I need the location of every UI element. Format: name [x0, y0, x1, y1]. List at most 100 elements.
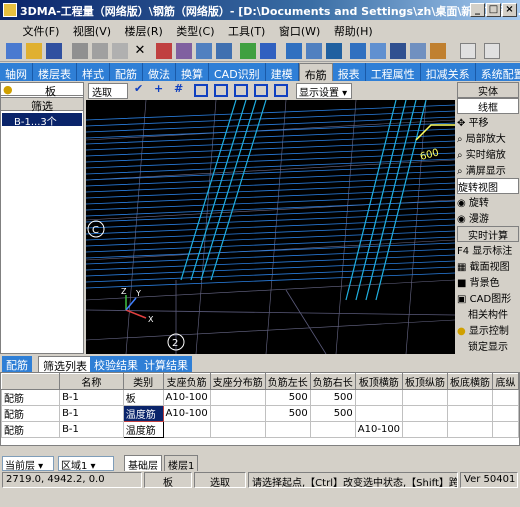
save-icon[interactable] — [46, 43, 62, 59]
setting-icon[interactable] — [430, 43, 446, 59]
col-header-neg-left[interactable]: 负筋左长 — [264, 373, 311, 390]
col-header-neg-right[interactable]: 负筋右长 — [309, 373, 356, 390]
row-bot-h[interactable] — [447, 389, 494, 406]
copy-icon[interactable] — [92, 43, 108, 59]
row-name[interactable]: B-1 — [59, 389, 124, 406]
row-bot-v[interactable] — [492, 405, 519, 422]
solid-button[interactable]: 实体 — [457, 82, 519, 98]
tab-floors[interactable]: 楼层表 — [33, 63, 77, 81]
layer-icon[interactable] — [286, 43, 302, 59]
section-view-button[interactable]: ▦ 截面视图 — [457, 258, 519, 274]
open-icon[interactable] — [26, 43, 42, 59]
rect2-icon[interactable] — [214, 84, 228, 97]
roam-button[interactable]: ◉ 漫游 — [457, 210, 519, 226]
shape-icon[interactable] — [460, 43, 476, 59]
row-top-v[interactable] — [402, 405, 449, 422]
row-neg-right[interactable]: 500 — [309, 389, 356, 406]
row-bot-h[interactable] — [447, 405, 494, 422]
table-row-current[interactable]: 配筋 B-1 温度筋 A10-100 — [0, 421, 519, 438]
drawing-canvas[interactable]: C 2 Z Y X 600 — [86, 100, 455, 354]
tab-report[interactable]: 报表 — [332, 63, 366, 81]
menu-file[interactable]: 文件(F) — [18, 20, 65, 42]
pan-button[interactable]: ✥ 平移 — [457, 114, 519, 130]
check-icon[interactable]: ✔ — [134, 82, 143, 95]
calc-icon[interactable] — [216, 43, 232, 59]
row-top-h[interactable] — [354, 405, 404, 422]
row-name[interactable]: B-1 — [59, 405, 124, 422]
row-bot-h[interactable] — [447, 421, 494, 438]
rect4-icon[interactable] — [254, 84, 268, 97]
fit-screen-button[interactable]: ⌕ 满屏显示 — [457, 162, 519, 178]
tab-rebar-config[interactable]: 配筋 — [2, 356, 32, 372]
menu-tools[interactable]: 工具(T) — [223, 20, 270, 42]
row-support-neg[interactable]: A10-100 — [162, 405, 211, 422]
col-header-name[interactable]: 名称 — [59, 373, 124, 390]
tab-axis[interactable]: 轴网 — [0, 63, 33, 81]
menu-view[interactable]: 视图(V) — [68, 20, 116, 42]
wireframe-button[interactable]: 线框 — [457, 98, 519, 114]
tab-project[interactable]: 工程属性 — [365, 63, 421, 81]
paste-icon[interactable] — [112, 43, 128, 59]
related-components-button[interactable]: 相关构件 — [457, 306, 519, 322]
col-header-support-dist[interactable]: 支座分布筋 — [209, 373, 266, 390]
row-category-editor[interactable]: 温度筋 — [122, 421, 164, 438]
row-neg-left[interactable]: 500 — [264, 389, 311, 406]
region-icon[interactable] — [306, 43, 322, 59]
grid-icon[interactable] — [196, 43, 212, 59]
report-icon[interactable] — [260, 43, 276, 59]
print-icon[interactable] — [326, 43, 342, 59]
rect-icon[interactable] — [194, 84, 208, 97]
row-neg-right[interactable] — [309, 421, 356, 438]
select-button[interactable]: 选取 — [88, 83, 128, 99]
close-button[interactable]: × — [502, 3, 517, 17]
realtime-calc-button[interactable]: 实时计算 — [457, 226, 519, 242]
row-name[interactable]: B-1 — [59, 421, 124, 438]
component-selector[interactable]: ● 板 — [0, 82, 84, 98]
tab-method[interactable]: 做法 — [143, 63, 176, 81]
row-top-h[interactable]: A10-100 — [354, 421, 404, 438]
rect5-icon[interactable] — [274, 84, 288, 97]
lock-display-button[interactable]: 锁定显示 — [457, 338, 519, 354]
tab-system[interactable]: 系统配置 — [475, 63, 520, 81]
tab-place-rebar[interactable]: 布筋 — [298, 63, 333, 82]
row-top-h[interactable] — [354, 389, 404, 406]
menu-floor[interactable]: 楼层(R) — [120, 20, 168, 42]
rotate-button[interactable]: ◉ 旋转 — [457, 194, 519, 210]
menu-help[interactable]: 帮助(H) — [329, 20, 378, 42]
col-header-bot-v[interactable]: 底纵 — [492, 373, 519, 390]
display-control-button[interactable]: ● 显示控制 — [457, 322, 519, 338]
row-neg-left[interactable]: 500 — [264, 405, 311, 422]
row-support-dist[interactable] — [209, 405, 266, 422]
row-top-v[interactable] — [402, 389, 449, 406]
table-row[interactable]: 配筋 B-1 温度筋 A10-100 500 500 — [0, 405, 519, 422]
tab-calc-results[interactable]: 计算结果 — [140, 356, 192, 372]
col-header-top-v[interactable]: 板顶纵筋 — [402, 373, 449, 390]
realtime-zoom-button[interactable]: ⌕ 实时缩放 — [457, 146, 519, 162]
row-neg-right[interactable]: 500 — [309, 405, 356, 422]
region-select[interactable]: 区域1 ▾ — [58, 456, 114, 472]
menu-window[interactable]: 窗口(W) — [274, 20, 325, 42]
edit-icon[interactable] — [484, 43, 500, 59]
row-category-highlight[interactable]: 温度筋 — [122, 405, 164, 422]
table-icon[interactable] — [176, 43, 192, 59]
tab-rebar[interactable]: 配筋 — [110, 63, 143, 81]
row-category[interactable]: 板 — [122, 389, 164, 406]
tab-style[interactable]: 样式 — [77, 63, 110, 81]
row-support-neg[interactable] — [162, 421, 211, 438]
double-cross-icon[interactable]: # — [174, 82, 183, 95]
filter-button[interactable]: 筛选 — [0, 97, 84, 113]
row-support-dist[interactable] — [209, 421, 266, 438]
component-icon[interactable] — [156, 43, 172, 59]
new-icon[interactable] — [6, 43, 22, 59]
view-icon[interactable] — [350, 43, 366, 59]
rect3-icon[interactable] — [234, 84, 248, 97]
component-item[interactable]: B-1...3个 — [2, 113, 82, 128]
cut-icon[interactable] — [72, 43, 88, 59]
rotate-icon[interactable] — [410, 43, 426, 59]
bg-color-button[interactable]: ■ 背景色 — [457, 274, 519, 290]
display-settings-dropdown[interactable]: 显示设置 ▾ — [296, 83, 352, 99]
tab-convert[interactable]: 换算 — [176, 63, 209, 81]
zoom-icon[interactable] — [370, 43, 386, 59]
row-support-neg[interactable]: A10-100 — [162, 389, 211, 406]
maximize-button[interactable]: □ — [486, 3, 501, 17]
